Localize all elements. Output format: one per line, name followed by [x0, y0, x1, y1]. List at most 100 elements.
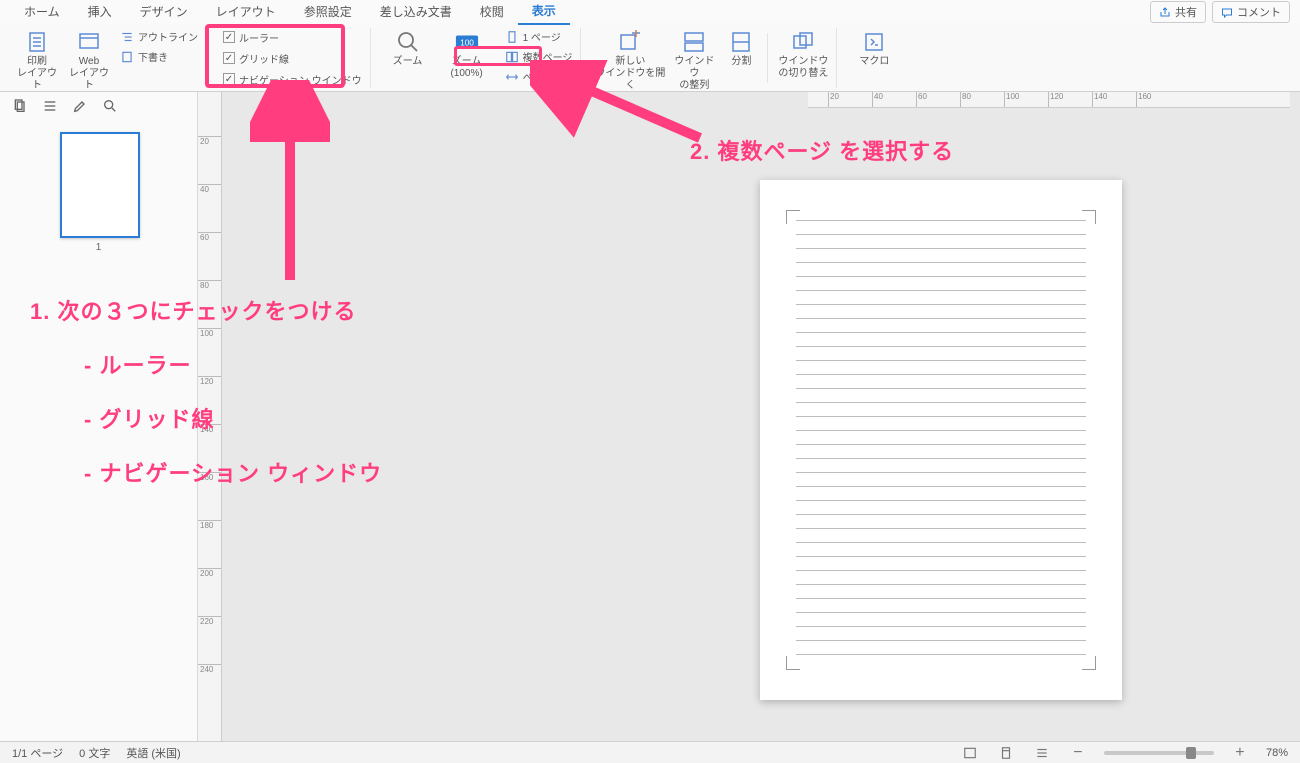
- macros-button[interactable]: マクロ: [851, 28, 897, 68]
- multi-page-icon: [505, 50, 519, 64]
- arrange-icon: [682, 30, 706, 54]
- tab-references[interactable]: 参照設定: [290, 0, 366, 24]
- grid-line: [796, 472, 1086, 486]
- grid-line: [796, 290, 1086, 304]
- zoom-slider-thumb[interactable]: [1186, 747, 1196, 759]
- document-page[interactable]: [760, 180, 1122, 700]
- navigation-pane: 1: [0, 92, 198, 741]
- tab-review[interactable]: 校閲: [466, 0, 518, 24]
- thumbnail-container: 1: [0, 120, 197, 265]
- vruler-tick: 220: [198, 616, 221, 626]
- grid-line: [796, 416, 1086, 430]
- switch-window-icon: [791, 30, 815, 54]
- vruler-tick: 40: [198, 184, 221, 194]
- vruler-tick: 160: [198, 472, 221, 482]
- one-page-button[interactable]: 1 ページ: [503, 28, 575, 45]
- zoom-100-icon: 100: [455, 30, 479, 54]
- web-layout-button[interactable]: Web レイアウト: [66, 28, 112, 92]
- grid-line: [796, 332, 1086, 346]
- draft-button[interactable]: 下書き: [118, 48, 200, 65]
- grid-line: [796, 556, 1086, 570]
- status-zoom[interactable]: 78%: [1266, 747, 1288, 759]
- new-window-label: 新しい ウインドウを開く: [595, 56, 665, 92]
- tab-view[interactable]: 表示: [518, 0, 570, 25]
- gridlines-checkbox[interactable]: ✓ グリッド線: [223, 51, 362, 66]
- split-label: 分割: [731, 56, 751, 68]
- tab-mail[interactable]: 差し込み文書: [366, 0, 466, 24]
- edit-icon[interactable]: [72, 98, 88, 114]
- focus-mode-icon[interactable]: [960, 745, 980, 761]
- split-button[interactable]: 分割: [723, 28, 759, 68]
- arrange-label: ウインドウ の整列: [671, 56, 717, 92]
- multi-page-label: 複数ページ: [523, 49, 573, 64]
- ruler-checkbox[interactable]: ✓ ルーラー: [223, 30, 362, 45]
- grid-line: [796, 626, 1086, 640]
- svg-text:100: 100: [460, 38, 474, 48]
- ruler-check-label: ルーラー: [239, 30, 279, 45]
- zoom-slider[interactable]: [1104, 751, 1214, 755]
- ribbon-group-show: ✓ ルーラー ✓ グリッド線 ✓ ナビゲーション ウインドウ: [215, 28, 371, 88]
- grid-line: [796, 570, 1086, 584]
- page-thumbnail-1[interactable]: [60, 132, 140, 238]
- outline-icon: [120, 30, 134, 44]
- grid-line: [796, 612, 1086, 626]
- grid-line: [796, 220, 1086, 234]
- outline-button[interactable]: アウトライン: [118, 28, 200, 45]
- new-window-button[interactable]: 新しい ウインドウを開く: [595, 28, 665, 92]
- check-icon: ✓: [223, 52, 235, 64]
- navpane-checkbox[interactable]: ✓ ナビゲーション ウインドウ: [223, 72, 362, 87]
- zoom-button[interactable]: ズーム: [385, 28, 431, 68]
- hruler-tick: 160: [1136, 92, 1151, 107]
- page-width-button[interactable]: ページの幅: [503, 68, 575, 85]
- share-button[interactable]: 共有: [1150, 1, 1206, 23]
- grid-line: [796, 458, 1086, 472]
- tab-insert[interactable]: 挿入: [74, 0, 126, 24]
- comments-button[interactable]: コメント: [1212, 1, 1290, 23]
- headings-icon[interactable]: [42, 98, 58, 114]
- split-icon: [729, 30, 753, 54]
- grid-line: [796, 584, 1086, 598]
- tab-layout[interactable]: レイアウト: [202, 0, 290, 24]
- grid-line: [796, 234, 1086, 248]
- tab-design[interactable]: デザイン: [126, 0, 202, 24]
- zoom-out-button[interactable]: −: [1068, 745, 1088, 761]
- grid-line: [796, 248, 1086, 262]
- print-layout-view-icon[interactable]: [996, 745, 1016, 761]
- one-page-label: 1 ページ: [523, 29, 561, 44]
- search-icon[interactable]: [102, 98, 118, 114]
- one-page-icon: [505, 30, 519, 44]
- grid-line: [796, 276, 1086, 290]
- grid-line: [796, 514, 1086, 528]
- status-page[interactable]: 1/1 ページ: [12, 745, 63, 761]
- grid-line: [796, 304, 1086, 318]
- multi-page-button[interactable]: 複数ページ: [503, 48, 575, 65]
- ribbon: 印刷 レイアウト Web レイアウト アウトライン 下書き ✓ ルーラー ✓ グ…: [0, 24, 1300, 92]
- grid-line: [796, 262, 1086, 276]
- status-language[interactable]: 英語 (米国): [126, 745, 180, 761]
- status-word-count[interactable]: 0 文字: [79, 745, 110, 761]
- zoom-100-button[interactable]: 100 ズーム (100%): [437, 28, 497, 80]
- horizontal-ruler: 20406080100120140160: [808, 92, 1290, 108]
- grid-line: [796, 500, 1086, 514]
- grid-line: [796, 444, 1086, 458]
- zoom-in-button[interactable]: +: [1230, 745, 1250, 761]
- vruler-tick: 200: [198, 568, 221, 578]
- arrange-button[interactable]: ウインドウ の整列: [671, 28, 717, 92]
- macros-label: マクロ: [859, 56, 889, 68]
- hruler-tick: 20: [828, 92, 839, 107]
- grid-line: [796, 486, 1086, 500]
- vertical-ruler: 20406080100120140160180200220240: [198, 92, 222, 741]
- thumbnails-icon[interactable]: [12, 98, 28, 114]
- grid-line: [796, 402, 1086, 416]
- tab-home[interactable]: ホーム: [10, 0, 74, 24]
- check-icon: ✓: [223, 73, 235, 85]
- print-layout-button[interactable]: 印刷 レイアウト: [14, 28, 60, 92]
- check-icon: ✓: [223, 31, 235, 43]
- grid-line: [796, 654, 1086, 668]
- ribbon-group-window: 新しい ウインドウを開く ウインドウ の整列 分割 ウインドウ の切り替え: [589, 28, 837, 88]
- vruler-tick: 120: [198, 376, 221, 386]
- web-layout-view-icon[interactable]: [1032, 745, 1052, 761]
- grid-line: [796, 388, 1086, 402]
- switch-window-button[interactable]: ウインドウ の切り替え: [776, 28, 830, 80]
- document-canvas[interactable]: 20406080100120140160180200220240 2040608…: [198, 92, 1300, 741]
